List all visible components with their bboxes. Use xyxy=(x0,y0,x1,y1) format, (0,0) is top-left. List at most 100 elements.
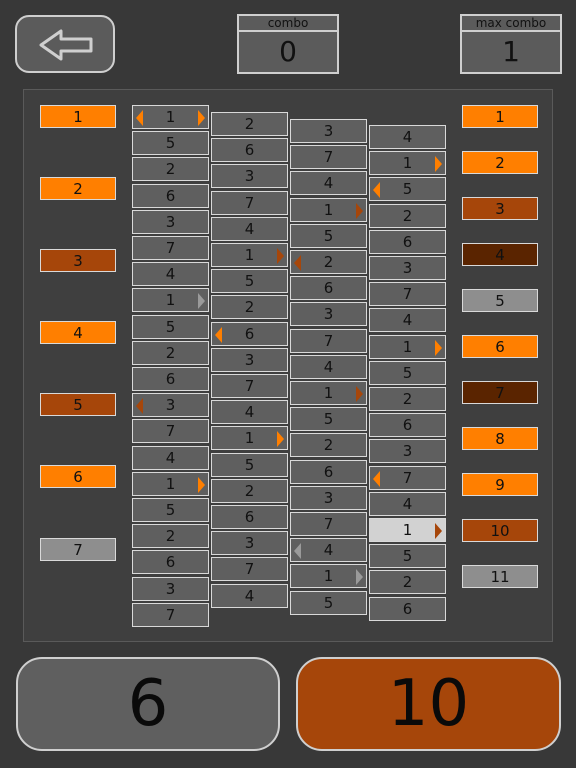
reel-2-cell[interactable]: 6 xyxy=(211,505,288,529)
reel-4-cell[interactable]: 4 xyxy=(369,125,446,149)
reel-3-cell[interactable]: 7 xyxy=(290,145,367,169)
right-target-3[interactable]: 3 xyxy=(462,197,538,220)
reel-4-cell[interactable]: 3 xyxy=(369,439,446,463)
reel-4-cell[interactable]: 2 xyxy=(369,387,446,411)
reel-3-cell[interactable]: 4 xyxy=(290,355,367,379)
reel-1-cell[interactable]: 2 xyxy=(132,157,209,181)
reel-3-cell[interactable]: 5 xyxy=(290,407,367,431)
reel-3-cell[interactable]: 1 xyxy=(290,198,367,222)
reel-3-cell[interactable]: 2 xyxy=(290,433,367,457)
reel-3-cell[interactable]: 7 xyxy=(290,329,367,353)
left-arrow-icon xyxy=(39,29,93,61)
reel-2-cell[interactable]: 7 xyxy=(211,374,288,398)
reel-1-cell[interactable]: 1 xyxy=(132,288,209,312)
reel-2-cell[interactable]: 4 xyxy=(211,400,288,424)
reel-2-cell[interactable]: 4 xyxy=(211,217,288,241)
left-target-6[interactable]: 6 xyxy=(40,465,116,488)
reel-2-cell[interactable]: 2 xyxy=(211,112,288,136)
reel-2-cell[interactable]: 7 xyxy=(211,191,288,215)
reel-1-cell[interactable]: 1 xyxy=(132,105,209,129)
reel-2-cell[interactable]: 3 xyxy=(211,531,288,555)
right-target-6[interactable]: 6 xyxy=(462,335,538,358)
reel-2-cell[interactable]: 5 xyxy=(211,453,288,477)
right-target-8[interactable]: 8 xyxy=(462,427,538,450)
current-value-button[interactable]: 6 xyxy=(16,657,280,751)
right-target-1[interactable]: 1 xyxy=(462,105,538,128)
reel-4-cell[interactable]: 1 xyxy=(369,518,446,542)
reel-2-cell[interactable]: 1 xyxy=(211,243,288,267)
reel-1-cell[interactable]: 7 xyxy=(132,236,209,260)
back-button[interactable] xyxy=(15,15,115,73)
reel-1-cell[interactable]: 5 xyxy=(132,315,209,339)
reel-1-cell[interactable]: 2 xyxy=(132,341,209,365)
reel-1-cell[interactable]: 3 xyxy=(132,210,209,234)
reel-4-cell[interactable]: 2 xyxy=(369,204,446,228)
reel-1-cell[interactable]: 6 xyxy=(132,367,209,391)
reel-3-cell[interactable]: 4 xyxy=(290,538,367,562)
reel-3-cell[interactable]: 7 xyxy=(290,512,367,536)
left-target-4[interactable]: 4 xyxy=(40,321,116,344)
reel-4-cell[interactable]: 5 xyxy=(369,361,446,385)
reel-3-cell[interactable]: 2 xyxy=(290,250,367,274)
reel-3-cell[interactable]: 5 xyxy=(290,224,367,248)
reel-4-cell[interactable]: 7 xyxy=(369,282,446,306)
right-target-11[interactable]: 11 xyxy=(462,565,538,588)
reel-4-cell[interactable]: 6 xyxy=(369,597,446,621)
reel-1-cell[interactable]: 3 xyxy=(132,393,209,417)
reel-2-cell[interactable]: 4 xyxy=(211,584,288,608)
reel-3-cell[interactable]: 6 xyxy=(290,276,367,300)
reel-4-cell[interactable]: 3 xyxy=(369,256,446,280)
right-target-10[interactable]: 10 xyxy=(462,519,538,542)
reel-3-cell[interactable]: 1 xyxy=(290,564,367,588)
reel-1-cell[interactable]: 7 xyxy=(132,419,209,443)
reel-2-cell[interactable]: 2 xyxy=(211,479,288,503)
reel-2-cell[interactable]: 6 xyxy=(211,138,288,162)
reel-1-cell[interactable]: 2 xyxy=(132,524,209,548)
target-value-button[interactable]: 10 xyxy=(296,657,561,751)
reel-3-cell[interactable]: 5 xyxy=(290,591,367,615)
reel-1-cell[interactable]: 5 xyxy=(132,498,209,522)
reel-1-cell[interactable]: 1 xyxy=(132,472,209,496)
reel-3-cell[interactable]: 1 xyxy=(290,381,367,405)
reel-1-cell[interactable]: 6 xyxy=(132,184,209,208)
reel-2-cell[interactable]: 1 xyxy=(211,426,288,450)
reel-1-cell[interactable]: 4 xyxy=(132,446,209,470)
reel-4-cell[interactable]: 4 xyxy=(369,308,446,332)
reel-1-cell[interactable]: 4 xyxy=(132,262,209,286)
right-target-5[interactable]: 5 xyxy=(462,289,538,312)
reel-1-cell[interactable]: 5 xyxy=(132,131,209,155)
reel-4-cell[interactable]: 7 xyxy=(369,466,446,490)
reel-2-cell[interactable]: 3 xyxy=(211,164,288,188)
reel-3-cell[interactable]: 6 xyxy=(290,460,367,484)
reel-1-cell[interactable]: 7 xyxy=(132,603,209,627)
max-combo-label: max combo xyxy=(462,16,560,32)
reel-3-cell[interactable]: 3 xyxy=(290,302,367,326)
reel-2-cell[interactable]: 7 xyxy=(211,557,288,581)
reel-1-cell[interactable]: 6 xyxy=(132,550,209,574)
left-target-3[interactable]: 3 xyxy=(40,249,116,272)
left-target-2[interactable]: 2 xyxy=(40,177,116,200)
reel-3-cell[interactable]: 4 xyxy=(290,171,367,195)
right-target-2[interactable]: 2 xyxy=(462,151,538,174)
reel-2-cell[interactable]: 6 xyxy=(211,322,288,346)
reel-4-cell[interactable]: 6 xyxy=(369,413,446,437)
reel-3-cell[interactable]: 3 xyxy=(290,119,367,143)
left-target-7[interactable]: 7 xyxy=(40,538,116,561)
reel-2-cell[interactable]: 5 xyxy=(211,269,288,293)
right-target-9[interactable]: 9 xyxy=(462,473,538,496)
reel-3-cell[interactable]: 3 xyxy=(290,486,367,510)
reel-2-cell[interactable]: 3 xyxy=(211,348,288,372)
right-target-4[interactable]: 4 xyxy=(462,243,538,266)
reel-4-cell[interactable]: 2 xyxy=(369,570,446,594)
reel-4-cell[interactable]: 1 xyxy=(369,335,446,359)
left-target-1[interactable]: 1 xyxy=(40,105,116,128)
reel-2-cell[interactable]: 2 xyxy=(211,295,288,319)
reel-4-cell[interactable]: 5 xyxy=(369,544,446,568)
right-target-7[interactable]: 7 xyxy=(462,381,538,404)
reel-1-cell[interactable]: 3 xyxy=(132,577,209,601)
reel-4-cell[interactable]: 4 xyxy=(369,492,446,516)
reel-4-cell[interactable]: 1 xyxy=(369,151,446,175)
reel-4-cell[interactable]: 5 xyxy=(369,177,446,201)
reel-4-cell[interactable]: 6 xyxy=(369,230,446,254)
left-target-5[interactable]: 5 xyxy=(40,393,116,416)
